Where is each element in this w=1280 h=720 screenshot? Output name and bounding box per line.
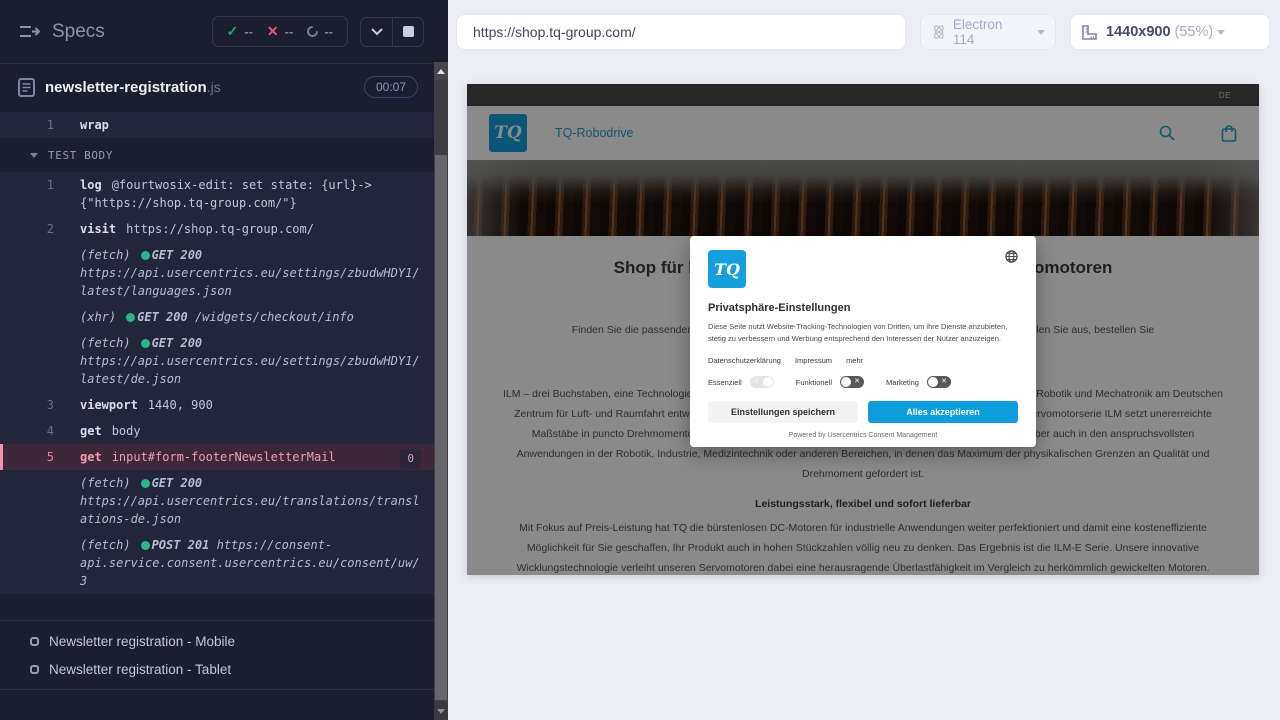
chevron-down-icon xyxy=(1217,29,1226,35)
spec-file-ext: .js xyxy=(206,78,221,95)
command-log: 1 wrap TEST BODY 1 log @fourtwosix-edit: … xyxy=(0,112,434,618)
check-icon: ✓ xyxy=(226,23,239,39)
test-stats: ✓ -- ✕ -- -- xyxy=(211,16,348,47)
spec-duration-badge: 00:07 xyxy=(363,76,418,98)
browser-selector[interactable]: Electron 114 xyxy=(920,14,1056,50)
triangle-up-icon xyxy=(437,68,445,74)
spec-square-icon xyxy=(30,664,39,674)
functional-toggle[interactable]: ✕ xyxy=(840,376,865,389)
restart-icon xyxy=(305,23,321,40)
collapse-all-button[interactable] xyxy=(361,18,392,46)
url-bar[interactable]: https://shop.tq-group.com/ xyxy=(456,14,906,50)
x-icon: ✕ xyxy=(941,378,947,386)
stat-failed: ✕ -- xyxy=(266,23,294,39)
tq-logo: TQ xyxy=(708,250,746,288)
chevron-down-icon xyxy=(370,27,383,35)
accept-all-button[interactable]: Alles akzeptieren xyxy=(868,401,1018,424)
privacy-policy-link[interactable]: Datenschutzerklärung xyxy=(708,356,781,365)
chevron-down-icon xyxy=(30,152,38,158)
test-body-section-header[interactable]: TEST BODY xyxy=(0,138,434,172)
network-request-row[interactable]: (fetch) GET 200 https://api.usercentrics.… xyxy=(0,470,434,532)
consent-description: Diese Seite nutzt Website-Tracking-Techn… xyxy=(708,322,1008,343)
cookie-consent-dialog: TQ Privatsphäre-Einstellungen Diese Seit… xyxy=(690,236,1036,448)
collapsed-specs: Newsletter registration - Mobile Newslet… xyxy=(0,620,434,690)
scroll-up-button[interactable] xyxy=(434,62,448,80)
spec-item-tablet[interactable]: Newsletter registration - Tablet xyxy=(0,655,434,683)
electron-icon xyxy=(934,25,944,39)
failed-command-row[interactable]: 5 get input#form-footerNewsletterMail 0 xyxy=(0,444,434,470)
network-request-row[interactable]: (fetch) GET 200 https://api.usercentrics.… xyxy=(0,242,434,304)
essential-toggle: ✓ xyxy=(749,376,774,389)
status-dot-icon xyxy=(126,313,136,322)
stat-passed: ✓ -- xyxy=(226,23,253,39)
runner-header: Specs ✓ -- ✕ -- -- xyxy=(0,0,434,64)
zoom-level: (55%) xyxy=(1174,24,1214,40)
marketing-toggle[interactable]: ✕ xyxy=(926,376,951,389)
status-dot-icon xyxy=(140,541,150,550)
spec-file-icon xyxy=(18,77,35,97)
specs-title: Specs xyxy=(52,20,105,42)
consent-toggles: Essenziell ✓ Funktionell ✕ Marketing ✕ xyxy=(708,376,1018,389)
command-row[interactable]: 2 visit https://shop.tq-group.com/ xyxy=(0,216,434,242)
toggle-label-essential: Essenziell xyxy=(708,377,742,387)
status-dot-icon xyxy=(140,479,150,488)
triangle-down-icon xyxy=(437,708,445,714)
toggle-knob xyxy=(927,377,938,388)
save-settings-button[interactable]: Einstellungen speichern xyxy=(708,401,858,424)
toggle-label-functional: Funktionell xyxy=(795,377,833,387)
status-dot-icon xyxy=(140,339,150,348)
status-dot-icon xyxy=(140,251,150,260)
stop-icon xyxy=(402,26,414,37)
viewport-selector[interactable]: 1440x900 (55%) xyxy=(1070,14,1270,50)
viewport-size: 1440x900 xyxy=(1106,24,1171,40)
spec-runner-sidebar: Specs ✓ -- ✕ -- -- newsletter-registration… xyxy=(0,0,434,720)
spec-square-icon xyxy=(30,636,39,646)
stop-button[interactable] xyxy=(392,17,423,46)
panel-scrollbar xyxy=(434,0,448,720)
command-row[interactable]: 3 viewport 1440, 900 xyxy=(0,392,434,418)
ruler-icon xyxy=(1082,24,1097,40)
app-preview: DE TQ TQ-Robodrive Shop für bürstenlose … xyxy=(467,84,1259,575)
check-icon: ✓ xyxy=(753,378,760,386)
consent-links: Datenschutzerklärung Impressum mehr xyxy=(708,356,1018,365)
collapse-sidebar-icon[interactable] xyxy=(18,23,40,41)
divider xyxy=(0,689,434,690)
network-request-row[interactable]: (fetch) GET 200 https://api.usercentrics.… xyxy=(0,330,434,392)
scroll-down-button[interactable] xyxy=(434,702,448,720)
x-icon: ✕ xyxy=(854,378,861,386)
toggle-knob xyxy=(762,377,773,388)
browser-pane: https://shop.tq-group.com/ Electron 114 … xyxy=(448,0,1280,720)
stat-pending: -- xyxy=(305,23,333,40)
globe-icon[interactable] xyxy=(1005,250,1018,263)
imprint-link[interactable]: Impressum xyxy=(795,356,832,365)
spec-item-mobile[interactable]: Newsletter registration - Mobile xyxy=(0,627,434,655)
scrollbar-thumb[interactable] xyxy=(435,155,447,700)
consent-title: Privatsphäre-Einstellungen xyxy=(708,302,851,314)
test-body-commands: 1 log @fourtwosix-edit: set state: {url}-… xyxy=(0,172,434,594)
runner-controls xyxy=(360,16,424,47)
more-link[interactable]: mehr xyxy=(846,356,863,365)
network-request-row[interactable]: (xhr) GET 200 /widgets/checkout/info xyxy=(0,304,434,330)
command-row[interactable]: 1 log @fourtwosix-edit: set state: {url}-… xyxy=(0,172,434,216)
hook-commands: 1 wrap xyxy=(0,112,434,138)
consent-footer: Powered by Usercentrics Consent Manageme… xyxy=(788,432,938,440)
command-row[interactable]: 4 get body xyxy=(0,418,434,444)
toggle-knob xyxy=(841,377,852,388)
spec-file-name: newsletter-registration.js xyxy=(45,78,221,96)
chevron-down-icon xyxy=(1037,29,1045,35)
browser-label: Electron 114 xyxy=(952,17,1003,47)
element-count-badge: 0 xyxy=(400,449,421,469)
url-text: https://shop.tq-group.com/ xyxy=(473,24,636,40)
network-request-row[interactable]: (fetch) POST 201 https://consent-api.serv… xyxy=(0,532,434,594)
x-icon: ✕ xyxy=(266,23,279,39)
spec-file-row[interactable]: newsletter-registration.js 00:07 xyxy=(0,64,434,110)
command-row[interactable]: 1 wrap xyxy=(0,112,434,138)
toggle-label-marketing: Marketing xyxy=(886,377,919,387)
